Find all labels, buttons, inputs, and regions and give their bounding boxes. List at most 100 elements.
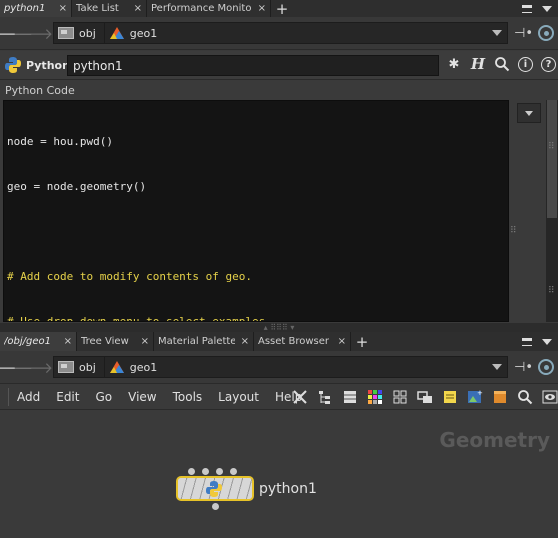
geometry-icon bbox=[109, 361, 124, 373]
code-line: geo = node.geometry() bbox=[7, 180, 147, 193]
crumb-label: obj bbox=[79, 26, 96, 40]
close-icon[interactable]: × bbox=[64, 336, 72, 347]
node-input-connector[interactable] bbox=[202, 468, 209, 475]
network-box-icon[interactable] bbox=[417, 389, 433, 405]
code-line: # Add code to modify contents of geo. bbox=[7, 270, 253, 283]
node-input-connector[interactable] bbox=[230, 468, 237, 475]
gear-icon[interactable]: ✱ bbox=[446, 56, 462, 72]
close-icon[interactable]: × bbox=[134, 3, 142, 14]
search-icon[interactable] bbox=[517, 389, 533, 405]
tree-layout-icon[interactable] bbox=[317, 389, 333, 405]
search-icon[interactable] bbox=[494, 56, 510, 72]
svg-text:+: + bbox=[477, 389, 483, 397]
menu-edit[interactable]: Edit bbox=[48, 390, 87, 404]
python-icon bbox=[206, 481, 222, 497]
sticky-note-icon[interactable] bbox=[442, 389, 458, 405]
node-input-connector[interactable] bbox=[216, 468, 223, 475]
crumb-obj[interactable]: obj bbox=[54, 357, 105, 377]
tab-tree-view[interactable]: Tree View × bbox=[77, 332, 154, 351]
eye-icon[interactable] bbox=[542, 389, 558, 405]
tab-label: /obj/geo1 bbox=[4, 336, 51, 347]
code-side-controls: ⠿ bbox=[510, 100, 545, 322]
scroll-grip-icon: ⠿ bbox=[548, 142, 555, 152]
help-icon[interactable]: ? bbox=[541, 56, 556, 72]
forward-arrow-icon[interactable]: 🡒 bbox=[13, 23, 53, 43]
maximize-icon[interactable] bbox=[522, 337, 532, 346]
scrollbar-thumb[interactable] bbox=[547, 100, 557, 218]
python-code-editor[interactable]: node = hou.pwd() geo = node.geometry() #… bbox=[3, 100, 509, 322]
tab-label: python1 bbox=[4, 3, 46, 14]
menu-add[interactable]: Add bbox=[9, 390, 48, 404]
tab-material-palette[interactable]: Material Palette × bbox=[154, 332, 254, 351]
add-tab-button[interactable]: + bbox=[271, 0, 293, 18]
obj-network-icon bbox=[58, 27, 74, 39]
obj-network-icon bbox=[58, 361, 74, 373]
python-node[interactable] bbox=[176, 476, 254, 501]
python-code-label: Python Code bbox=[5, 84, 75, 97]
tab-label: Material Palette bbox=[158, 336, 235, 347]
pin-icon[interactable]: ⊣• bbox=[514, 26, 533, 41]
list-view-icon[interactable] bbox=[342, 389, 358, 405]
network-menubar: Add Edit Go View Tools Layout Help + bbox=[0, 385, 558, 410]
maximize-icon[interactable] bbox=[522, 4, 532, 13]
path-field[interactable]: obj geo1 bbox=[53, 356, 508, 378]
add-tab-button[interactable]: + bbox=[351, 332, 373, 351]
close-icon[interactable]: × bbox=[338, 336, 346, 347]
tab-performance-monitor[interactable]: Performance Monitor × bbox=[147, 0, 271, 17]
crumb-geo1[interactable]: geo1 bbox=[105, 357, 165, 377]
node-name-label: python1 bbox=[259, 481, 317, 497]
node-output-connector[interactable] bbox=[212, 503, 219, 510]
close-icon[interactable]: × bbox=[258, 3, 266, 14]
scroll-grip-icon: ⠿ bbox=[548, 286, 555, 296]
bottom-pane-tabbar: /obj/geo1 × Tree View × Material Palette… bbox=[0, 332, 558, 351]
code-line: node = hou.pwd() bbox=[7, 135, 113, 148]
operator-type-label: Python bbox=[26, 58, 70, 72]
node-name-input[interactable]: python1 bbox=[67, 55, 439, 76]
crumb-label: geo1 bbox=[129, 26, 158, 40]
image-icon[interactable]: + bbox=[467, 389, 483, 405]
chevron-down-icon[interactable] bbox=[492, 30, 502, 36]
snippet-menu-button[interactable] bbox=[517, 103, 541, 123]
close-icon[interactable]: × bbox=[141, 336, 149, 347]
crumb-obj[interactable]: obj bbox=[54, 23, 105, 43]
link-target-icon[interactable] bbox=[538, 359, 554, 375]
chevron-down-icon[interactable] bbox=[492, 364, 502, 370]
help-h-icon[interactable]: H bbox=[470, 55, 486, 73]
close-icon[interactable]: × bbox=[241, 336, 249, 347]
crumb-label: geo1 bbox=[129, 360, 158, 374]
link-target-icon[interactable] bbox=[538, 25, 554, 41]
crumb-geo1[interactable]: geo1 bbox=[105, 23, 165, 43]
bottom-path-bar: 🡐 🡒 obj geo1 ⊣• bbox=[0, 351, 558, 384]
wrench-icon[interactable] bbox=[292, 389, 308, 405]
parameter-header: Python python1 ✱ H i ? bbox=[0, 51, 558, 80]
tab-take-list[interactable]: Take List × bbox=[72, 0, 147, 17]
resize-grip-icon[interactable]: ⠿ bbox=[510, 226, 517, 236]
tab-label: Take List bbox=[76, 3, 119, 14]
vertical-scrollbar[interactable]: ⠿ ⠿ bbox=[546, 100, 558, 322]
tab-asset-browser[interactable]: Asset Browser × bbox=[254, 332, 351, 351]
tab-obj-geo1[interactable]: /obj/geo1 × bbox=[0, 332, 77, 351]
path-field[interactable]: obj geo1 bbox=[53, 22, 508, 44]
close-icon[interactable]: × bbox=[59, 3, 67, 14]
top-pane-tabbar: python1 × Take List × Performance Monito… bbox=[0, 0, 558, 18]
forward-arrow-icon[interactable]: 🡒 bbox=[13, 357, 53, 377]
color-palette-icon[interactable] bbox=[367, 389, 383, 405]
code-line: # Use drop down menu to select examples. bbox=[7, 315, 272, 322]
asset-box-icon[interactable] bbox=[492, 389, 508, 405]
menu-layout[interactable]: Layout bbox=[210, 390, 267, 404]
tab-python1[interactable]: python1 × bbox=[0, 0, 72, 17]
pane-splitter[interactable]: ▴ ⠿⠿⠿ ▾ bbox=[0, 323, 558, 332]
crumb-label: obj bbox=[79, 360, 96, 374]
network-context-label: Geometry bbox=[439, 428, 550, 452]
grid-icon[interactable] bbox=[392, 389, 408, 405]
top-path-bar: 🡐 🡒 obj geo1 ⊣• bbox=[0, 17, 558, 50]
menu-tools[interactable]: Tools bbox=[165, 390, 211, 404]
info-icon[interactable]: i bbox=[518, 56, 533, 72]
node-input-connector[interactable] bbox=[188, 468, 195, 475]
menu-go[interactable]: Go bbox=[87, 390, 120, 404]
pane-menu-icon[interactable] bbox=[542, 338, 552, 345]
pane-menu-icon[interactable] bbox=[542, 5, 552, 12]
pin-icon[interactable]: ⊣• bbox=[514, 360, 533, 375]
network-editor-canvas[interactable]: Geometry python1 bbox=[0, 411, 558, 538]
menu-view[interactable]: View bbox=[120, 390, 164, 404]
